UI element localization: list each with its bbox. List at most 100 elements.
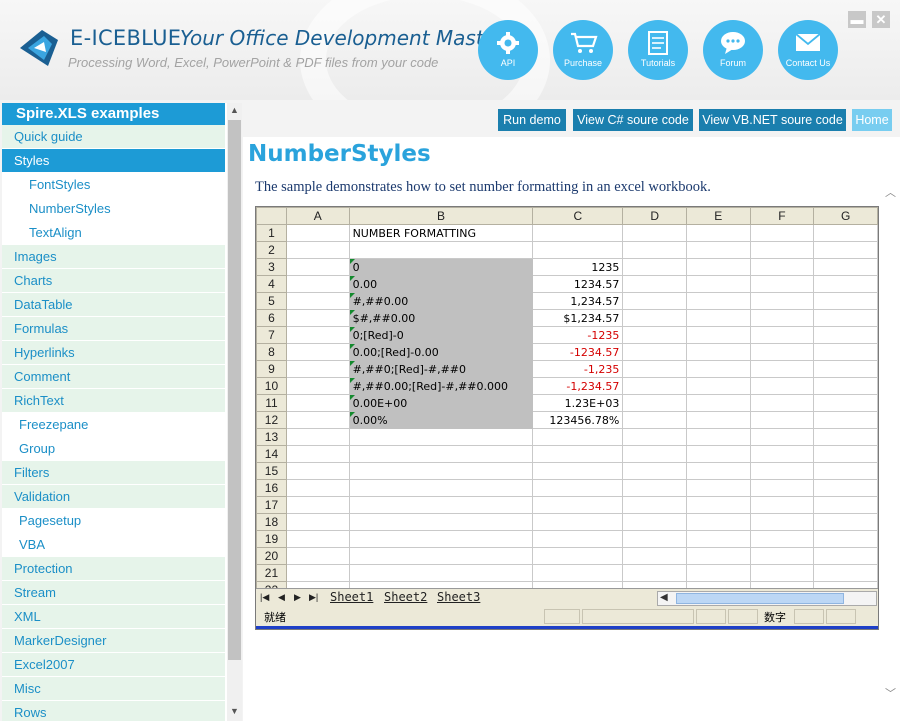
prev-sheet-icon[interactable]: ◀ [278, 592, 285, 603]
cell[interactable] [285, 479, 350, 497]
cell[interactable] [285, 326, 350, 344]
cell[interactable] [685, 530, 751, 548]
cell[interactable] [285, 547, 350, 565]
view-vbnet-source-button[interactable]: View VB.NET soure code [699, 109, 846, 131]
cell[interactable] [622, 309, 687, 327]
cell[interactable] [622, 428, 687, 446]
cell[interactable] [685, 411, 751, 429]
value-cell[interactable] [532, 513, 624, 531]
cell[interactable] [285, 530, 350, 548]
row-header[interactable]: 16 [256, 479, 287, 497]
cell[interactable] [749, 377, 815, 395]
last-sheet-icon[interactable]: ▶| [309, 592, 318, 603]
row-header[interactable]: 6 [256, 309, 287, 327]
cell[interactable] [285, 343, 350, 361]
format-cell[interactable]: 0;[Red]-0 [348, 326, 534, 344]
run-demo-button[interactable]: Run demo [498, 109, 566, 131]
format-cell[interactable]: 0.00% [348, 411, 534, 429]
nav-tutorials-button[interactable]: Tutorials [628, 20, 688, 80]
cell[interactable] [622, 445, 687, 463]
cell[interactable] [622, 462, 687, 480]
format-cell[interactable] [348, 564, 534, 582]
cell[interactable] [749, 428, 815, 446]
format-cell[interactable]: 0 [348, 258, 534, 276]
nav-forum-button[interactable]: Forum [703, 20, 763, 80]
format-cell[interactable]: $#,##0.00 [348, 309, 534, 327]
next-sheet-icon[interactable]: ▶ [294, 592, 301, 603]
column-header[interactable]: E [685, 207, 751, 225]
sidebar-item-hyperlinks[interactable]: Hyperlinks [2, 341, 225, 365]
row-header[interactable]: 5 [256, 292, 287, 310]
row-header[interactable]: 12 [256, 411, 287, 429]
cell[interactable] [749, 547, 815, 565]
cell[interactable] [622, 377, 687, 395]
format-cell[interactable] [348, 496, 534, 514]
row-header[interactable]: 8 [256, 343, 287, 361]
column-header[interactable]: F [749, 207, 815, 225]
sidebar-item-fontstyles[interactable]: FontStyles [2, 173, 225, 197]
cell[interactable] [685, 547, 751, 565]
cell[interactable] [285, 377, 350, 395]
cell[interactable] [622, 513, 687, 531]
cell[interactable] [285, 411, 350, 429]
cell[interactable] [685, 343, 751, 361]
cell[interactable] [622, 394, 687, 412]
sidebar-item-xml[interactable]: XML [2, 605, 225, 629]
cell[interactable] [813, 343, 878, 361]
format-cell[interactable]: 0.00E+00 [348, 394, 534, 412]
cell[interactable] [685, 462, 751, 480]
value-cell[interactable] [532, 445, 624, 463]
sidebar-item-markerdesigner[interactable]: MarkerDesigner [2, 629, 225, 653]
cell[interactable] [813, 377, 878, 395]
format-cell[interactable]: #,##0.00 [348, 292, 534, 310]
nav-purchase-button[interactable]: Purchase [553, 20, 613, 80]
format-cell[interactable]: NUMBER FORMATTING [348, 224, 534, 242]
cell[interactable] [622, 360, 687, 378]
sidebar-scroll-thumb[interactable] [228, 120, 241, 660]
sidebar-item-rows[interactable]: Rows [2, 701, 225, 721]
value-cell[interactable]: 1235 [532, 258, 624, 276]
cell[interactable] [813, 258, 878, 276]
minimize-button[interactable]: ▬ [848, 11, 866, 28]
sidebar-item-vba[interactable]: VBA [2, 533, 225, 557]
cell[interactable] [813, 445, 878, 463]
cell[interactable] [285, 258, 350, 276]
column-header[interactable]: C [532, 207, 624, 225]
cell[interactable] [685, 326, 751, 344]
cell[interactable] [813, 530, 878, 548]
cell[interactable] [285, 445, 350, 463]
value-cell[interactable]: -1,235 [532, 360, 624, 378]
sidebar-item-charts[interactable]: Charts [2, 269, 225, 293]
chevron-down-icon[interactable]: ﹀ [881, 685, 900, 701]
home-button[interactable]: Home [852, 109, 892, 131]
cell[interactable] [622, 292, 687, 310]
row-header[interactable]: 2 [256, 241, 287, 259]
value-cell[interactable]: -1234.57 [532, 343, 624, 361]
format-cell[interactable] [348, 530, 534, 548]
cell[interactable] [749, 564, 815, 582]
value-cell[interactable]: $1,234.57 [532, 309, 624, 327]
cell[interactable] [622, 224, 687, 242]
cell[interactable] [622, 241, 687, 259]
cell[interactable] [749, 479, 815, 497]
cell[interactable] [813, 309, 878, 327]
sidebar-item-protection[interactable]: Protection [2, 557, 225, 581]
sidebar-item-datatable[interactable]: DataTable [2, 293, 225, 317]
cell[interactable] [622, 326, 687, 344]
column-header[interactable]: B [348, 207, 534, 225]
chevron-up-icon[interactable]: ︿ [881, 184, 900, 200]
cell[interactable] [685, 377, 751, 395]
value-cell[interactable] [532, 224, 624, 242]
format-cell[interactable] [348, 547, 534, 565]
cell[interactable] [749, 411, 815, 429]
format-cell[interactable]: 0.00;[Red]-0.00 [348, 343, 534, 361]
cell[interactable] [749, 394, 815, 412]
cell[interactable] [685, 292, 751, 310]
cell[interactable] [622, 275, 687, 293]
value-cell[interactable] [532, 479, 624, 497]
spreadsheet-grid[interactable]: ABCDEFG 1 NUMBER FORMATTING 2 3 0 1235 4 0.00 12… [256, 207, 878, 599]
cell[interactable] [285, 394, 350, 412]
sidebar-item-textalign[interactable]: TextAlign [2, 221, 225, 245]
cell[interactable] [285, 275, 350, 293]
cell[interactable] [749, 258, 815, 276]
